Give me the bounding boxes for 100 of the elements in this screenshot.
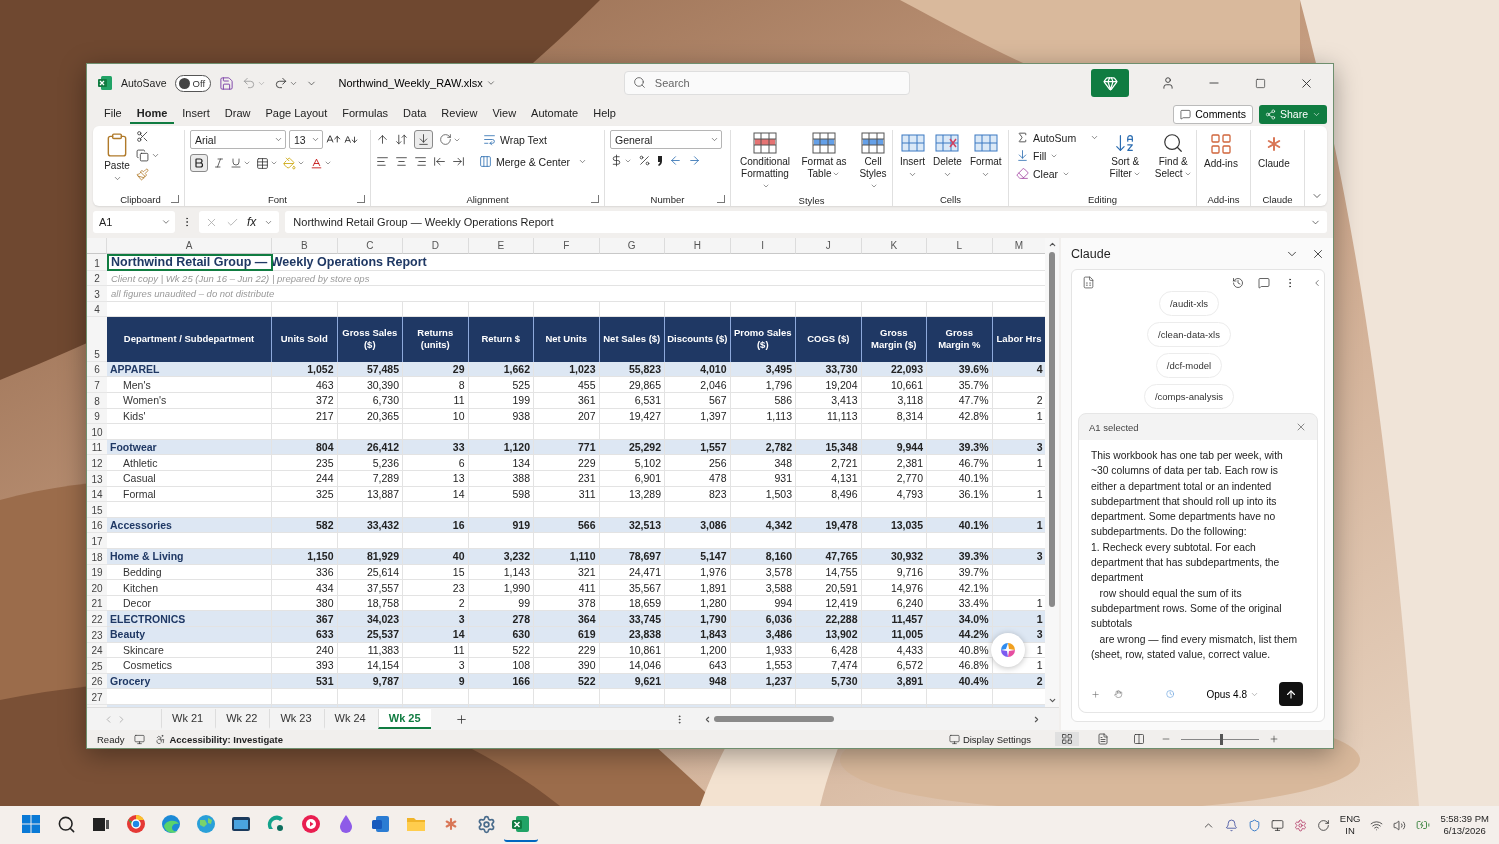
number-format-dropdown[interactable]: General <box>610 130 722 149</box>
display-settings-link[interactable]: Display Settings <box>962 733 1031 745</box>
menu-tab[interactable]: File <box>97 104 129 124</box>
column-header[interactable]: B <box>272 238 338 254</box>
editing-button[interactable]: Find & Select <box>1151 130 1196 182</box>
table-cell: 256 <box>665 455 731 472</box>
row-number[interactable]: 8 <box>87 393 107 409</box>
clear-button[interactable]: Clear <box>1014 166 1100 181</box>
filename-button[interactable]: Northwind_Weekly_RAW.xlsx <box>338 77 496 89</box>
column-header[interactable]: C <box>337 238 403 254</box>
table-cell: 14 <box>403 486 469 503</box>
clock-time[interactable]: 5:58:39 PM <box>1440 813 1489 825</box>
cells-button[interactable]: Delete <box>931 130 964 181</box>
font-name-dropdown[interactable]: Arial <box>190 130 286 149</box>
skill-chip[interactable]: /clean-data-xls <box>1147 322 1231 347</box>
menu-tab[interactable]: Review <box>434 104 485 124</box>
comments-button[interactable]: Comments <box>1173 104 1253 124</box>
cells-button[interactable]: Insert <box>898 130 927 181</box>
column-header[interactable]: M <box>992 238 1045 254</box>
styles-button[interactable]: Cell Styles <box>854 130 892 194</box>
accessibility-status[interactable]: Accessibility: Investigate <box>169 733 283 745</box>
row-number[interactable]: 2 <box>87 271 107 287</box>
menu-tab[interactable]: Draw <box>217 104 258 124</box>
function-button[interactable]: fx <box>247 215 257 229</box>
language-code[interactable]: ENG <box>1339 813 1361 825</box>
table-cell: 108 <box>468 658 534 674</box>
column-header[interactable]: G <box>599 238 665 254</box>
skill-chip[interactable]: /dcf-model <box>1155 353 1223 378</box>
column-header[interactable]: D <box>403 238 469 254</box>
menu-tab[interactable]: Formulas <box>335 104 396 124</box>
row-number[interactable]: 20 <box>87 580 107 596</box>
row-number[interactable]: 12 <box>87 455 107 472</box>
sheet-tab[interactable]: Wk 21 <box>161 709 214 729</box>
add-ins-button[interactable]: Add-ins <box>1202 130 1240 172</box>
sheet-tab[interactable]: Wk 24 <box>323 709 376 729</box>
column-header[interactable]: L <box>927 238 993 254</box>
formula-field[interactable]: Northwind Retail Group — Weekly Operations Report <box>285 211 1327 233</box>
table-cell: 14,046 <box>599 658 665 674</box>
sheet-tab[interactable]: Wk 22 <box>215 709 268 729</box>
row-number[interactable]: 13 <box>87 471 107 487</box>
menu-tab[interactable]: Data <box>396 104 434 124</box>
cells-button[interactable]: Format <box>967 130 1004 181</box>
row-number[interactable]: 3 <box>87 286 107 302</box>
autosave-toggle[interactable]: Off <box>174 74 211 92</box>
table-cell: 8,160 <box>730 549 796 565</box>
merge-center-button[interactable]: Merge & Center <box>477 154 573 169</box>
table-cell: 19,478 <box>796 517 862 534</box>
row-number[interactable]: 18 <box>87 549 107 565</box>
share-button[interactable]: Share <box>1258 104 1327 124</box>
menu-tab[interactable]: Insert <box>175 104 217 124</box>
table-cell: 35,567 <box>599 580 665 596</box>
menu-tab[interactable]: View <box>485 104 524 124</box>
table-cell: 10 <box>403 408 469 425</box>
paste-button[interactable]: Paste <box>102 130 132 185</box>
clock-date[interactable]: 6/13/2026 <box>1443 825 1486 837</box>
editing-button[interactable]: Sort & Filter <box>1103 130 1148 182</box>
column-header[interactable]: J <box>796 238 862 254</box>
row-number[interactable]: 1 <box>87 254 107 271</box>
row-number[interactable]: 22 <box>87 611 107 627</box>
prompt-field[interactable]: This workbook has one tab per week, with ~30 columns of data per tab. Each row is either a department total or an indented subdepartment that should roll up into its department. Some departments have no subdepartments. Do the following: 1. Recheck every subtotal. For each department that has subdepartments, the department row should equal the sum of its subdepartment rows. Some of the original subtotals are wrong — find every mismatch, list them (sheet, row, stated value, correct value. <box>1091 448 1303 680</box>
row-number[interactable]: 7 <box>87 377 107 394</box>
menu-tab[interactable]: Home <box>129 104 175 124</box>
row-number[interactable]: 5 <box>87 316 107 362</box>
table-cell: 1,237 <box>730 673 796 690</box>
column-header[interactable]: I <box>730 238 796 254</box>
table-cell: 40.1% <box>927 517 993 534</box>
search-field[interactable]: Search <box>623 71 910 95</box>
row-number[interactable]: 15 <box>87 502 107 518</box>
column-header[interactable]: K <box>861 238 927 254</box>
row-number[interactable]: 10 <box>87 424 107 440</box>
styles-button[interactable]: Format as Table <box>798 130 850 182</box>
table-cell: 1,120 <box>468 439 534 456</box>
font-size-dropdown[interactable]: 13 <box>289 130 323 149</box>
model-selector[interactable]: Opus 4.8 <box>1200 687 1265 701</box>
sheet-tab[interactable]: Wk 23 <box>269 709 322 729</box>
row-number[interactable]: 27 <box>87 689 107 705</box>
table-cell: 4,342 <box>730 517 796 534</box>
menu-tab[interactable]: Page Layout <box>258 104 335 124</box>
fill-button[interactable]: Fill <box>1014 148 1100 163</box>
menu-tab[interactable]: Help <box>586 104 623 124</box>
table-cell: 525 <box>468 377 534 394</box>
skill-chip[interactable]: /audit-xls <box>1159 291 1219 316</box>
claude-button[interactable]: Claude <box>1256 130 1292 172</box>
table-cell: 15 <box>403 564 469 581</box>
table-cell: Accessories <box>107 517 272 534</box>
skill-chip[interactable]: /comps-analysis <box>1143 384 1235 409</box>
sheet-tab[interactable]: Wk 25 <box>377 709 431 729</box>
column-header[interactable]: E <box>468 238 534 254</box>
column-header[interactable]: A <box>107 238 272 254</box>
name-box[interactable]: A1 <box>93 211 175 233</box>
column-header[interactable]: F <box>534 238 600 254</box>
language-region[interactable]: IN <box>1345 825 1355 837</box>
column-heading: Gross Margin ($) <box>861 316 927 362</box>
row-number[interactable]: 25 <box>87 658 107 674</box>
menu-tab[interactable]: Automate <box>524 104 586 124</box>
wrap-text-button[interactable]: Wrap Text <box>481 132 549 147</box>
styles-button[interactable]: Conditional Formatting <box>736 130 794 194</box>
row-number[interactable]: 17 <box>87 533 107 549</box>
column-header[interactable]: H <box>665 238 731 254</box>
autosum-button[interactable]: AutoSum <box>1014 130 1079 145</box>
